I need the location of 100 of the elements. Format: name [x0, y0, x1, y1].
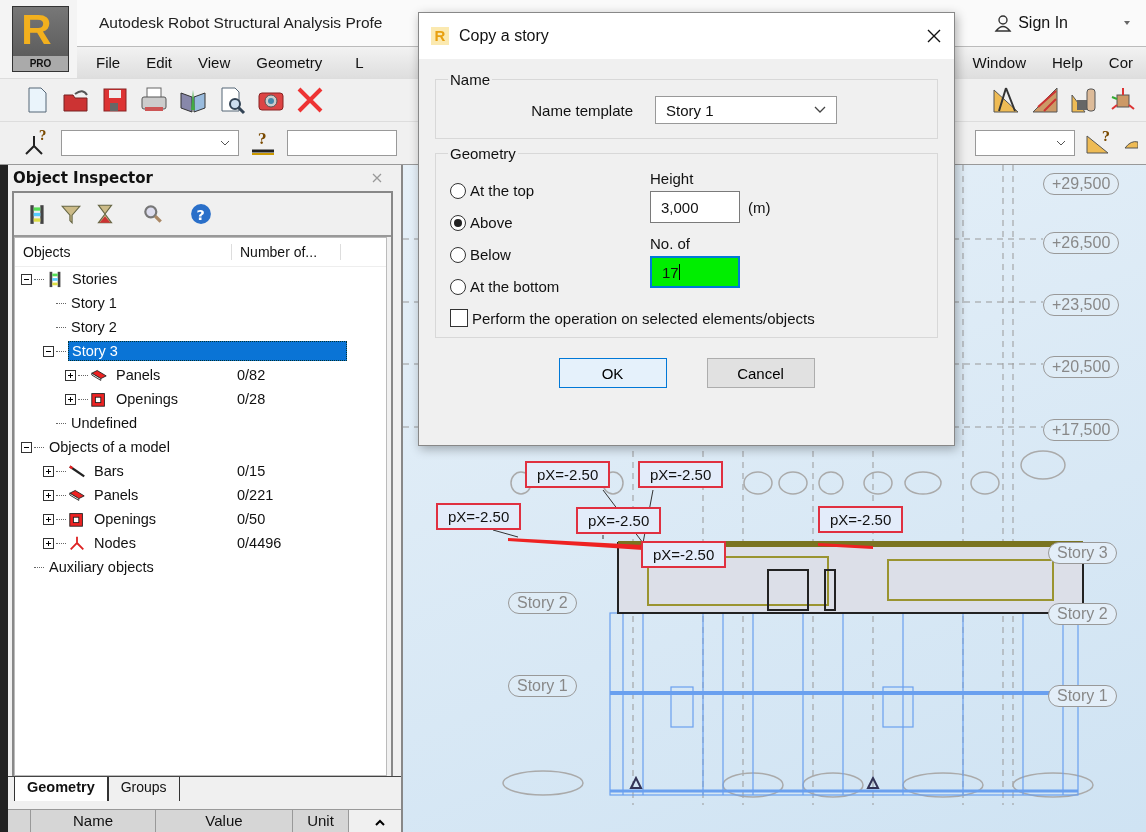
expand-icon[interactable] — [43, 513, 54, 525]
radio-button[interactable] — [450, 246, 466, 263]
level-label: +26,500 — [1043, 232, 1120, 254]
tree-item[interactable]: Story 1 — [68, 294, 120, 312]
menu-item[interactable]: Cor — [1095, 54, 1146, 71]
level-label: +17,500 — [1043, 419, 1120, 441]
object-count: 0/28 — [237, 391, 266, 407]
checkbox[interactable]: Perform the operation on selected elements/objects — [450, 309, 923, 327]
radio-label[interactable]: At the top — [470, 182, 535, 199]
name-template-dropdown[interactable]: Story 1 — [655, 96, 837, 124]
menu-item[interactable]: Geometry — [243, 54, 343, 71]
tree-item[interactable]: Openings — [91, 510, 160, 528]
tree-item[interactable]: Panels — [113, 366, 164, 384]
radio-button[interactable] — [450, 182, 466, 199]
menu-item[interactable]: L — [342, 54, 377, 71]
tree-item[interactable]: Nodes — [91, 534, 139, 552]
expand-icon[interactable] — [43, 537, 54, 549]
search-icon[interactable] — [142, 203, 164, 225]
tree-item[interactable]: Story 2 — [68, 318, 120, 336]
tree-item[interactable]: Story 3 — [68, 341, 347, 361]
user-icon — [994, 14, 1013, 32]
menu-item[interactable]: File — [83, 54, 134, 71]
filter-icon[interactable] — [60, 203, 82, 225]
column-header[interactable]: Unit — [293, 810, 349, 832]
ok-button[interactable]: OK — [558, 358, 667, 388]
load-label: pX=-2.50 — [638, 461, 724, 488]
radio-button[interactable] — [450, 278, 466, 295]
story-label: Story 1 — [508, 675, 577, 697]
tree-item[interactable]: Stories — [69, 270, 121, 288]
column-header[interactable]: Number of... — [232, 244, 341, 260]
menu-item[interactable]: View — [185, 54, 244, 71]
collapse-icon[interactable] — [21, 273, 32, 285]
radio-label[interactable]: At the bottom — [470, 278, 560, 295]
column-header[interactable]: Objects — [15, 244, 232, 260]
menu-item[interactable]: Help — [1038, 54, 1096, 71]
object-count: 0/50 — [237, 511, 266, 527]
group-label: Geometry — [449, 145, 517, 162]
tree-item[interactable]: Auxiliary objects — [46, 558, 157, 576]
load-label: pX=-2.50 — [576, 507, 662, 534]
load-label: pX=-2.50 — [525, 461, 611, 488]
caret-icon[interactable] — [1122, 19, 1132, 27]
story-label: Story 3 — [1048, 542, 1117, 564]
load-label: pX=-2.50 — [436, 503, 522, 530]
tree-item[interactable]: Panels — [91, 486, 142, 504]
tree-item[interactable]: Undefined — [68, 414, 141, 432]
story-label: Story 2 — [508, 592, 577, 614]
menu-item[interactable]: Edit — [133, 54, 186, 71]
help-icon[interactable]: ? — [190, 203, 212, 225]
field-label: Height — [650, 170, 695, 187]
radio-label[interactable]: Above — [470, 214, 513, 231]
node-icon — [68, 534, 86, 552]
delete-icon[interactable] — [295, 85, 325, 115]
app-menu-button[interactable]: R PRO — [12, 6, 69, 72]
close-icon[interactable] — [926, 28, 942, 44]
panel-tab[interactable]: Geometry — [14, 777, 108, 801]
sign-in-button[interactable]: Sign In — [994, 14, 1068, 32]
object-count: 0/82 — [237, 367, 266, 383]
panel-title: Object Inspector — [13, 169, 153, 187]
window-title: Autodesk Robot Structural Analysis Profe — [99, 14, 383, 32]
chevron-down-icon — [220, 140, 230, 146]
radio-button[interactable] — [450, 214, 466, 231]
app-logo-icon: R — [431, 27, 449, 45]
tree-item[interactable]: Bars — [91, 462, 127, 480]
field-label: No. of — [650, 235, 692, 252]
story-label: Story 1 — [1048, 685, 1117, 707]
tree-item[interactable]: Openings — [113, 390, 182, 408]
expand-icon[interactable] — [43, 465, 54, 477]
expand-icon[interactable] — [65, 369, 76, 381]
cancel-button[interactable]: Cancel — [706, 358, 815, 388]
set-square-icon[interactable] — [991, 85, 1021, 115]
node-selection-field[interactable] — [61, 130, 239, 156]
level-label: +23,500 — [1043, 294, 1120, 316]
object-count: 0/15 — [237, 463, 266, 479]
column-header[interactable]: Value — [156, 810, 293, 832]
field-label: Name template — [531, 101, 633, 119]
selection-field[interactable] — [975, 130, 1075, 156]
section-shapes-icon[interactable] — [1069, 85, 1099, 115]
height-field[interactable]: 3,000 — [650, 191, 740, 223]
load-label: pX=-2.50 — [818, 506, 904, 533]
expand-icon[interactable] — [43, 489, 54, 501]
bar-selection-field[interactable] — [287, 130, 397, 156]
dialog-title: Copy a story — [459, 27, 549, 45]
panel-tab[interactable]: Groups — [107, 777, 180, 801]
collapse-icon[interactable] — [43, 345, 54, 357]
expand-icon[interactable] — [65, 393, 76, 405]
chevron-down-icon — [814, 106, 826, 114]
level-label: +29,500 — [1043, 173, 1120, 195]
menu-item[interactable]: Window — [959, 54, 1039, 71]
collapse-icon[interactable] — [21, 441, 32, 453]
tree-item[interactable]: Objects of a model — [46, 438, 173, 456]
hatched-triangle-icon[interactable] — [1030, 85, 1060, 115]
save-icon[interactable] — [100, 85, 130, 115]
count-field[interactable]: 17 — [650, 256, 740, 288]
level-label: +20,500 — [1043, 356, 1120, 378]
load-label: pX=-2.50 — [641, 541, 727, 568]
column-header[interactable]: Name — [31, 810, 156, 832]
scroll-up-icon[interactable] — [375, 819, 385, 826]
opening-icon — [90, 390, 108, 408]
unit-label: (m) — [748, 198, 771, 216]
radio-label[interactable]: Below — [470, 246, 511, 263]
